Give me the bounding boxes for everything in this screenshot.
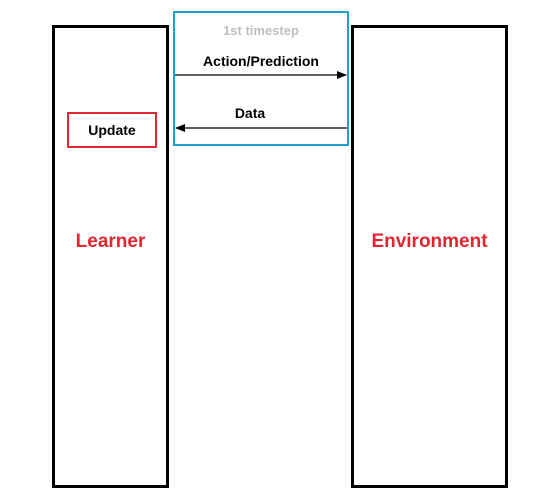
update-box: Update — [67, 112, 157, 148]
environment-label: Environment — [371, 231, 488, 252]
update-label: Update — [88, 122, 136, 138]
learner-label: Learner — [75, 231, 146, 252]
